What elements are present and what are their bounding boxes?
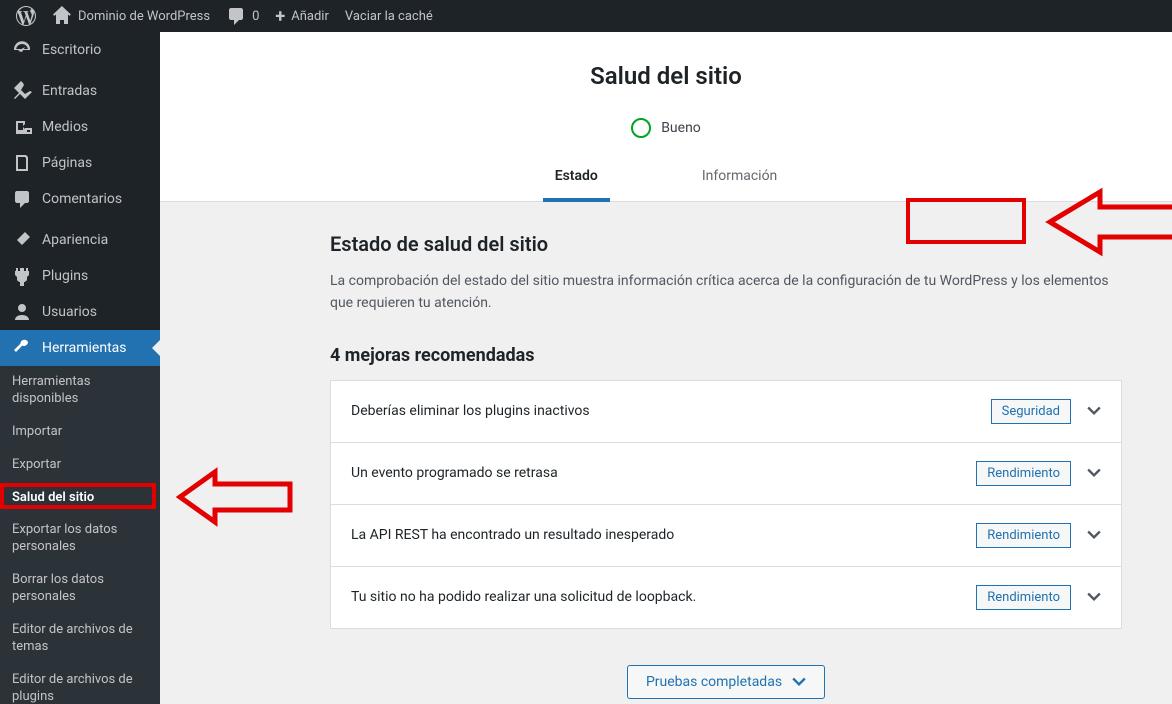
submenu-export-personal[interactable]: Exportar los datos personales <box>0 514 160 564</box>
submenu-import[interactable]: Importar <box>0 416 160 449</box>
clear-cache-label: Vaciar la caché <box>345 9 433 24</box>
add-new-link[interactable]: + Añadir <box>267 0 336 32</box>
tab-info[interactable]: Información <box>690 160 789 201</box>
check-title: Deberías eliminar los plugins inactivos <box>351 403 991 419</box>
chevron-down-icon <box>1087 404 1101 418</box>
health-check-row[interactable]: La API REST ha encontrado un resultado i… <box>331 505 1121 567</box>
submenu-theme-editor[interactable]: Editor de archivos de temas <box>0 614 160 664</box>
section-description: La comprobación del estado del sitio mue… <box>330 270 1122 315</box>
site-name: Dominio de WordPress <box>78 9 210 24</box>
plus-icon: + <box>275 6 285 27</box>
page-header: Salud del sitio Bueno Estado Información <box>160 32 1172 202</box>
check-badge: Seguridad <box>991 399 1071 424</box>
section-title: Estado de salud del sitio <box>330 232 1122 256</box>
submenu-available[interactable]: Herramientas disponibles <box>0 366 160 416</box>
submenu-plugin-editor[interactable]: Editor de archivos de plugins <box>0 664 160 704</box>
chevron-down-icon <box>1087 590 1101 604</box>
menu-dashboard[interactable]: Escritorio <box>0 32 160 68</box>
chevron-down-icon <box>1087 466 1101 480</box>
menu-users[interactable]: Usuarios <box>0 294 160 330</box>
check-badge: Rendimiento <box>976 585 1071 610</box>
check-title: La API REST ha encontrado un resultado i… <box>351 527 976 543</box>
wrench-icon <box>12 338 32 358</box>
brush-icon <box>12 230 32 250</box>
status-circle-icon <box>631 118 651 138</box>
health-check-row[interactable]: Deberías eliminar los plugins inactivos … <box>331 381 1121 443</box>
menu-plugins[interactable]: Plugins <box>0 258 160 294</box>
health-check-row[interactable]: Tu sitio no ha podido realizar una solic… <box>331 567 1121 628</box>
clear-cache-link[interactable]: Vaciar la caché <box>337 0 441 32</box>
plug-icon <box>12 266 32 286</box>
chevron-down-icon <box>1087 528 1101 542</box>
health-tabs: Estado Información <box>160 160 1172 201</box>
menu-pages[interactable]: Páginas <box>0 145 160 181</box>
check-title: Tu sitio no ha podido realizar una solic… <box>351 589 976 605</box>
passed-tests-button[interactable]: Pruebas completadas <box>627 665 825 699</box>
home-icon <box>52 6 72 26</box>
page-icon <box>12 153 32 173</box>
check-badge: Rendimiento <box>976 461 1071 486</box>
health-status: Bueno <box>160 118 1172 138</box>
admin-toolbar: Dominio de WordPress 0 + Añadir Vaciar l… <box>0 0 1172 32</box>
health-checks-list: Deberías eliminar los plugins inactivos … <box>330 380 1122 629</box>
status-label: Bueno <box>661 120 701 136</box>
comments-link[interactable]: 0 <box>218 0 267 32</box>
admin-sidebar: Escritorio Entradas Medios Páginas Comen… <box>0 32 160 704</box>
health-body: Estado de salud del sitio La comprobació… <box>160 202 1172 704</box>
health-check-row[interactable]: Un evento programado se retrasa Rendimie… <box>331 443 1121 505</box>
check-badge: Rendimiento <box>976 523 1071 548</box>
tab-status[interactable]: Estado <box>543 160 610 202</box>
comment-count: 0 <box>252 9 259 24</box>
menu-media[interactable]: Medios <box>0 109 160 145</box>
dashboard-icon <box>12 40 32 60</box>
submenu-erase-personal[interactable]: Borrar los datos personales <box>0 564 160 614</box>
site-link[interactable]: Dominio de WordPress <box>44 0 218 32</box>
pin-icon <box>12 81 32 101</box>
submenu-site-health[interactable]: Salud del sitio <box>0 482 160 515</box>
menu-comments[interactable]: Comentarios <box>0 181 160 217</box>
main-content: Salud del sitio Bueno Estado Información… <box>160 32 1172 704</box>
submenu-export[interactable]: Exportar <box>0 449 160 482</box>
check-title: Un evento programado se retrasa <box>351 465 976 481</box>
menu-appearance[interactable]: Apariencia <box>0 222 160 258</box>
media-icon <box>12 117 32 137</box>
passed-tests-label: Pruebas completadas <box>646 674 782 690</box>
recommended-title: 4 mejoras recomendadas <box>330 345 1122 366</box>
menu-posts[interactable]: Entradas <box>0 73 160 109</box>
tools-submenu: Herramientas disponibles Importar Export… <box>0 366 160 704</box>
menu-tools[interactable]: Herramientas <box>0 330 160 366</box>
chevron-down-icon <box>792 675 806 689</box>
page-title: Salud del sitio <box>160 62 1172 90</box>
comments-icon <box>12 189 32 209</box>
comment-icon <box>226 6 246 26</box>
wordpress-icon <box>16 6 36 26</box>
user-icon <box>12 302 32 322</box>
add-label: Añadir <box>291 9 329 24</box>
wp-logo[interactable] <box>8 0 44 32</box>
